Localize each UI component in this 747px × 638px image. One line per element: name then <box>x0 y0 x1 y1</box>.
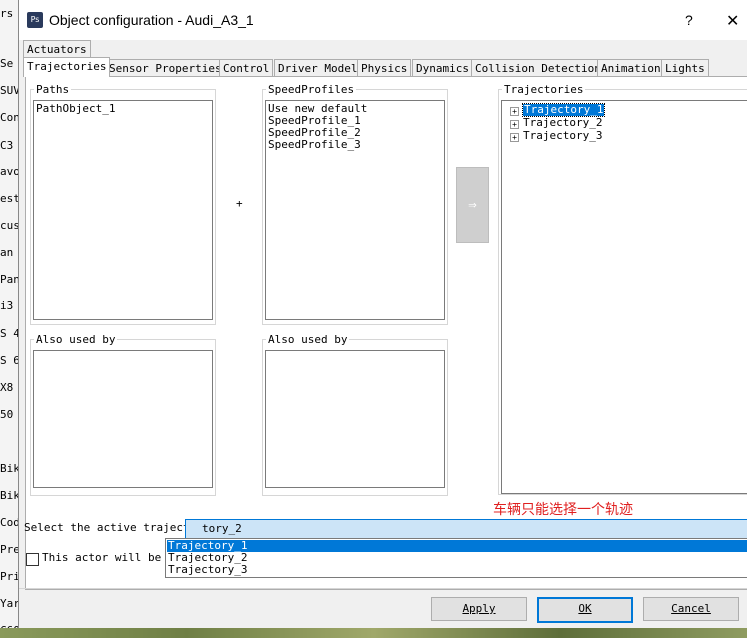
paths-also-used-listbox[interactable] <box>33 350 213 488</box>
title-bar[interactable]: Ps Object configuration - Audi_A3_1 ? ✕ <box>19 0 747 40</box>
bg-item: Pan <box>0 273 18 286</box>
close-button[interactable]: ✕ <box>726 11 739 31</box>
bg-item: i3 <box>0 299 14 312</box>
bg-item: Bik <box>0 489 18 502</box>
bg-item: 50 <box>0 408 14 421</box>
object-configuration-dialog: Ps Object configuration - Audi_A3_1 ? ✕ … <box>18 0 747 628</box>
bg-item: cus <box>0 219 18 232</box>
dropdown-option[interactable]: Trajectory_3 <box>167 564 747 576</box>
apply-button[interactable]: Apply <box>431 597 527 621</box>
apply-label: Apply <box>462 602 496 615</box>
speedprofiles-also-used-group: Also used by <box>262 333 448 496</box>
list-item[interactable]: PathObject_1 <box>36 103 115 115</box>
bg-item: Con <box>0 111 18 124</box>
bg-item: Bik <box>0 462 18 475</box>
tab-collision-detection[interactable]: Collision Detection <box>471 59 605 77</box>
combobox-value: tory_2 <box>202 522 242 535</box>
bg-item: Code <box>0 516 18 529</box>
bg-item: X8 <box>0 381 14 394</box>
trajectories-tree[interactable]: + Trajectory_1 + Trajectory_2 + Trajecto… <box>501 100 747 494</box>
tree-item[interactable]: Trajectory_3 <box>523 130 602 142</box>
bg-item: avo <box>0 165 18 178</box>
separator <box>19 588 747 589</box>
bg-item: Pre <box>0 543 18 556</box>
bg-item: an <box>0 246 14 259</box>
expand-icon[interactable]: + <box>510 120 519 129</box>
trajectories-label: Trajectories <box>502 83 586 96</box>
paths-listbox[interactable]: PathObject_1 <box>33 100 213 320</box>
trajectories-tab-panel: Paths PathObject_1 Also used by + SpeedP… <box>25 76 747 590</box>
desktop-background <box>0 628 747 638</box>
actor-checkbox[interactable] <box>26 553 39 566</box>
bg-item: S 6 <box>0 354 18 367</box>
tab-physics[interactable]: Physics <box>357 59 412 77</box>
also-used-by-label: Also used by <box>266 333 350 346</box>
window-title: Object configuration - Audi_A3_1 <box>49 12 254 28</box>
tab-lights[interactable]: Lights <box>661 59 709 77</box>
tab-dynamics[interactable]: Dynamics <box>412 59 473 77</box>
bg-item: C3 <box>0 139 14 152</box>
bg-item: SUV <box>0 84 18 97</box>
bg-item: Pri <box>0 570 18 583</box>
app-icon: Ps <box>27 12 43 28</box>
tab-trajectories[interactable]: Trajectories <box>23 57 111 77</box>
cancel-button[interactable]: Cancel <box>643 597 739 621</box>
cancel-label: Cancel <box>671 602 711 615</box>
add-trajectory-button[interactable]: ⇒ <box>456 167 489 243</box>
tree-item-selected[interactable]: Trajectory_1 <box>521 103 606 117</box>
active-trajectory-dropdown[interactable]: Trajectory_1 Trajectory_2 Trajectory_3 <box>165 538 747 578</box>
speedprofiles-group: SpeedProfiles Use new default SpeedProfi… <box>262 83 448 325</box>
bg-item: Yar <box>0 597 18 610</box>
actor-checkbox-label: This actor will be re <box>42 551 182 564</box>
expand-icon[interactable]: + <box>510 107 519 116</box>
speedprofiles-listbox[interactable]: Use new default SpeedProfile_1 SpeedProf… <box>265 100 445 320</box>
tab-driver-model[interactable]: Driver Model <box>274 59 362 77</box>
annotation-note: 车辆只能选择一个轨迹 <box>493 502 633 518</box>
tab-actuators[interactable]: Actuators <box>23 40 91 58</box>
bg-item: Se <box>0 57 14 70</box>
tab-sensor-properties[interactable]: Sensor Properties <box>105 59 226 77</box>
ok-button[interactable]: OK <box>537 597 633 623</box>
paths-also-used-group: Also used by <box>30 333 216 496</box>
list-item[interactable]: SpeedProfile_3 <box>268 139 361 151</box>
bg-item: rs <box>0 7 14 20</box>
trajectories-group: Trajectories + Trajectory_1 + Trajectory… <box>498 83 747 495</box>
tab-control[interactable]: Control <box>219 59 274 77</box>
tab-animation[interactable]: Animation <box>597 59 665 77</box>
help-button[interactable]: ? <box>685 12 693 28</box>
active-trajectory-combobox[interactable]: tory_2 ⌄ <box>185 519 747 539</box>
speedprofiles-also-used-listbox[interactable] <box>265 350 445 488</box>
bg-item: est <box>0 192 18 205</box>
dropdown-option[interactable]: Trajectory_2 <box>167 552 747 564</box>
dropdown-option[interactable]: Trajectory_1 <box>167 540 747 552</box>
tree-item[interactable]: Trajectory_2 <box>523 117 602 129</box>
plus-separator: + <box>236 197 243 210</box>
also-used-by-label: Also used by <box>34 333 118 346</box>
expand-icon[interactable]: + <box>510 133 519 142</box>
paths-group: Paths PathObject_1 <box>30 83 216 325</box>
speedprofiles-label: SpeedProfiles <box>266 83 357 96</box>
bg-item: S 4 <box>0 327 18 340</box>
ok-label: OK <box>578 602 592 615</box>
paths-label: Paths <box>34 83 72 96</box>
background-app-list: rs Se SUV Con C3 avo est cus an Pan i3 S… <box>0 0 18 638</box>
